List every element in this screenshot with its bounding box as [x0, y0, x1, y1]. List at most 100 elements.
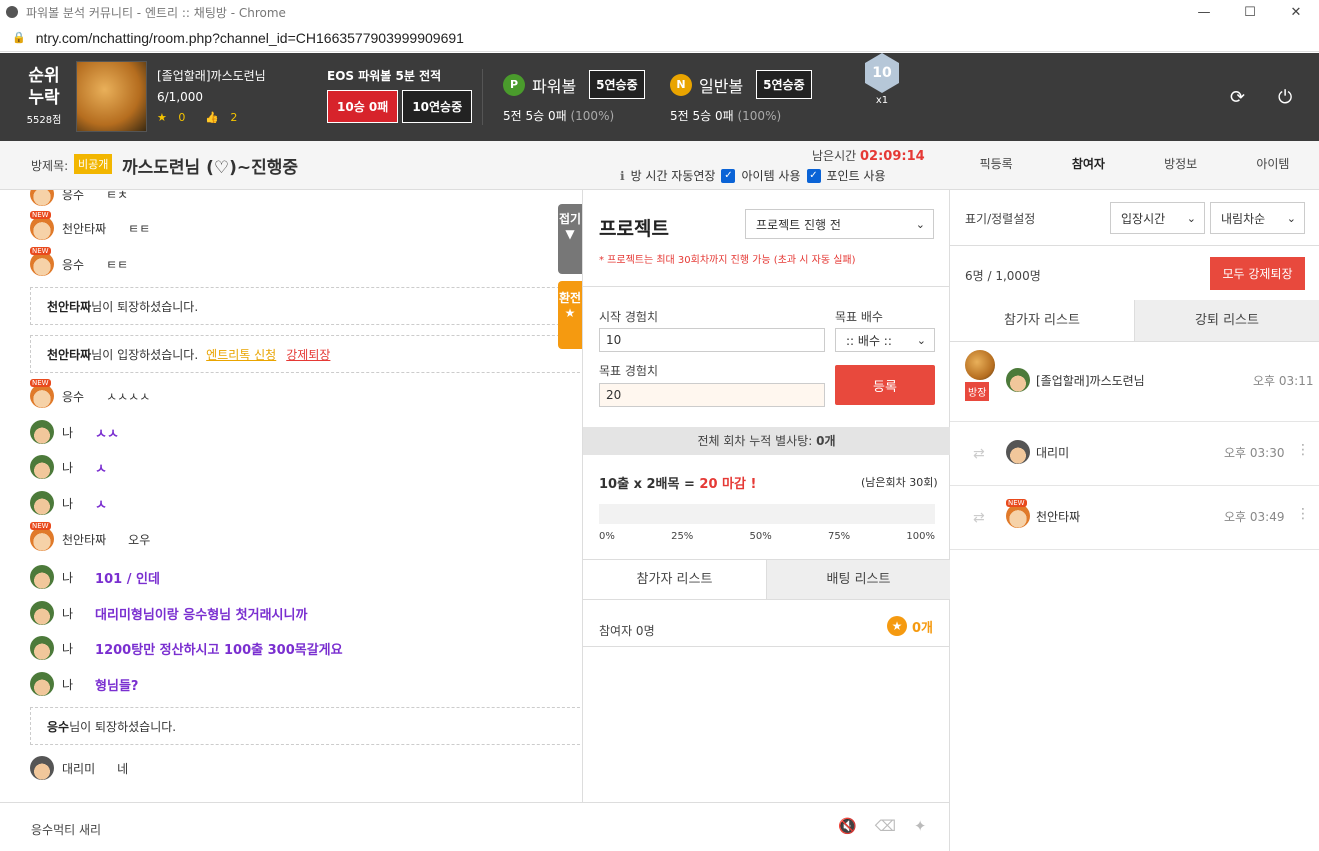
user-topbar: 순위 누락 5528점 [졸업할래]까스도련님 6/1,000 ★ 0 👍 2 …: [0, 53, 1319, 141]
item-use-checkbox[interactable]: ✓: [721, 168, 736, 183]
rank-label: 순위: [28, 66, 60, 86]
tab-participant-list[interactable]: 참가자 리스트: [583, 560, 766, 599]
user-face-icon: [30, 379, 54, 408]
host-badge: 방장: [965, 382, 990, 401]
more-icon[interactable]: ⋮: [1296, 506, 1310, 522]
target-mult-select[interactable]: :: 배수 :: ⌄: [835, 328, 935, 352]
user-face-icon: [1006, 440, 1030, 464]
power-icon[interactable]: ⏻: [1278, 87, 1292, 108]
browser-titlebar: 파워볼 분석 커뮤니티 - 엔트리 :: 채팅방 - Chrome — ☐ ✕: [0, 0, 1319, 24]
window-title: 파워볼 분석 커뮤니티 - 엔트리 :: 채팅방 - Chrome: [26, 5, 286, 20]
tab-kicked-list[interactable]: 강퇴 리스트: [1134, 300, 1319, 341]
sort-setting-label: 표기/정렬설정: [965, 212, 1036, 226]
level-medal: 10 x1: [862, 53, 902, 106]
target-mult-label: 목표 배수: [835, 310, 883, 324]
user-name: [졸업할래]까스도련님: [157, 69, 266, 83]
tab-participants[interactable]: 참여자: [1042, 141, 1134, 190]
chat-log[interactable]: 응수ㅌㅊ 천안타짜ㅌㅌ 응수ㅌㅌ 천안타짜님이 퇴장하셨습니다. 천안타짜님이 …: [0, 190, 582, 802]
maximize-button[interactable]: ☐: [1227, 0, 1273, 24]
lock-icon: 🔒: [12, 31, 26, 44]
chat-message: 나 101 / 인데: [30, 565, 160, 589]
accum-candy: 전체 회차 누적 별사탕: 0개: [583, 427, 950, 455]
eos-record-badge: 10승 0패: [327, 90, 399, 123]
thumbs-up-icon: 👍: [205, 111, 219, 124]
powerball-record: P 파워볼 5연승중 5전 5승 0패 (100%): [503, 70, 645, 124]
user-face-icon: [30, 211, 54, 240]
rank-sub: 누락: [28, 88, 60, 108]
avatar: [965, 350, 995, 380]
tab-items[interactable]: 아이템: [1227, 141, 1319, 190]
refresh-icon[interactable]: ⟳: [1230, 87, 1245, 108]
user-face-icon: [30, 455, 54, 479]
chat-message: 응수ㅅㅅㅅㅅ: [30, 379, 150, 408]
list-item[interactable]: 방장 [졸업할래]까스도련님 오후 03:11: [950, 344, 1319, 422]
tab-participant-list[interactable]: 참가자 리스트: [950, 300, 1134, 341]
system-message: 응수 님이 퇴장하셨습니다.: [30, 707, 582, 745]
fold-tab[interactable]: 접기 ▼: [558, 204, 582, 274]
user-face-icon: [1006, 499, 1030, 528]
room-title-label: 방제목:: [31, 159, 69, 173]
chat-input[interactable]: 응수먹티 새리: [31, 821, 101, 838]
project-title: 프로젝트: [599, 218, 669, 240]
register-button[interactable]: 등록: [835, 365, 935, 405]
start-exp-input[interactable]: 10: [599, 328, 825, 352]
force-kick-link[interactable]: 강제퇴장: [286, 346, 330, 363]
kick-all-button[interactable]: 모두 강제퇴장: [1210, 257, 1305, 290]
tab-betting-list[interactable]: 배팅 리스트: [766, 560, 950, 599]
swap-icon[interactable]: ⇄: [973, 510, 985, 526]
item-use-label: 아이템 사용: [741, 169, 801, 183]
chat-message: 대리미 네: [30, 756, 128, 780]
star-icon: ★: [887, 616, 907, 636]
member-count: 6명 / 1,000명: [965, 269, 1041, 283]
sort-by-select[interactable]: 입장시간 ⌄: [1110, 202, 1205, 234]
project-status-select[interactable]: 프로젝트 진행 전 ⌄: [745, 209, 934, 239]
info-icon: ℹ: [620, 168, 625, 183]
exchange-tab[interactable]: 환전 ★: [558, 281, 582, 349]
list-tabs: 참가자 리스트 강퇴 리스트: [950, 300, 1319, 342]
remaining-time: 남은시간 02:09:14: [812, 147, 925, 164]
close-button[interactable]: ✕: [1273, 0, 1319, 24]
user-face-icon: [1006, 368, 1030, 392]
chevron-down-icon: ⌄: [916, 333, 926, 347]
eraser-icon[interactable]: ⌫: [875, 817, 896, 835]
star-count: 0: [178, 111, 186, 124]
powerball-icon: P: [503, 73, 525, 96]
powerball-streak: 5연승중: [589, 70, 645, 99]
goal-exp-input[interactable]: 20: [599, 383, 825, 407]
user-face-icon: [30, 522, 54, 551]
user-info: [졸업할래]까스도련님 6/1,000 ★ 0 👍 2: [157, 67, 266, 130]
tab-pick-register[interactable]: 픽등록: [950, 141, 1042, 190]
list-item[interactable]: ⇄ 천안타짜 오후 03:49 ⋮: [950, 486, 1319, 550]
address-bar[interactable]: 🔒 ntry.com/nchatting/room.php?channel_id…: [0, 24, 1319, 52]
chat-message: 나 대리미형님이랑 응수형님 첫거래시니까: [30, 601, 307, 625]
remaining-rounds: (남은회차 30회): [861, 476, 938, 489]
goal-exp-label: 목표 경험치: [599, 364, 659, 378]
room-options: ℹ 방 시간 자동연장 ✓ 아이템 사용 ✓ 포인트 사용: [620, 167, 886, 184]
normalball-icon: N: [670, 73, 692, 96]
more-icon[interactable]: ⋮: [1296, 442, 1310, 458]
divider: [482, 69, 483, 125]
user-face-icon: [30, 672, 54, 696]
chat-message: 응수ㅌㅌ: [30, 247, 128, 276]
magic-wand-icon[interactable]: ✦: [914, 817, 927, 835]
normalball-streak: 5연승중: [756, 70, 812, 99]
user-face-icon: [30, 420, 54, 444]
medal-mult: x1: [875, 95, 889, 106]
mute-icon[interactable]: 🔇: [838, 817, 857, 835]
order-select[interactable]: 내림차순 ⌄: [1210, 202, 1305, 234]
auto-extend-label[interactable]: 방 시간 자동연장: [631, 167, 716, 184]
chat-message: 천안타짜오우: [30, 522, 150, 551]
tab-room-info[interactable]: 방정보: [1135, 141, 1227, 190]
minimize-button[interactable]: —: [1181, 0, 1227, 24]
points: 5528점: [26, 115, 62, 126]
entry-talk-link[interactable]: 엔트리톡 신청: [206, 346, 276, 363]
chat-message: 응수ㅌㅊ: [30, 190, 128, 206]
list-item[interactable]: ⇄ 대리미 오후 03:30 ⋮: [950, 422, 1319, 486]
chat-message: 나 1200탕만 정산하시고 100출 300목갈게요: [30, 636, 343, 660]
url-text[interactable]: ntry.com/nchatting/room.php?channel_id=C…: [36, 30, 464, 46]
chat-message: 천안타짜ㅌㅌ: [30, 211, 150, 240]
point-use-checkbox[interactable]: ✓: [806, 168, 821, 183]
swap-icon[interactable]: ⇄: [973, 446, 985, 462]
globe-icon: [6, 6, 18, 18]
avatar: [76, 61, 147, 132]
